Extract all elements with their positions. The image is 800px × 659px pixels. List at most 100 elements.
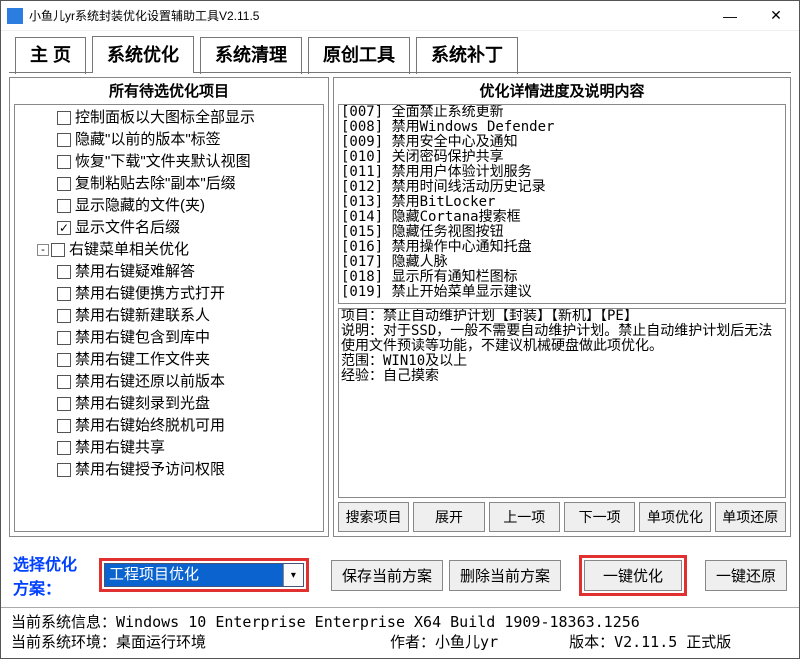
tree-checkbox[interactable]: [57, 353, 71, 367]
tree-checkbox[interactable]: [57, 265, 71, 279]
tree-expander-icon[interactable]: -: [37, 244, 49, 256]
single-restore-button[interactable]: 单项还原: [715, 502, 786, 532]
scheme-combo-highlight: 工程项目优化 ▾: [99, 558, 309, 592]
detail-line: [019] 禁止开始菜单显示建议: [341, 285, 783, 300]
detail-button-row: 搜索项目 展开 上一项 下一项 单项优化 单项还原: [334, 502, 790, 536]
description-line: 说明：对于SSD，一般不需要自动维护计划。禁止自动维护计划后无法使用文件预读等功…: [341, 324, 783, 354]
tree-checkbox[interactable]: [57, 177, 71, 191]
tree-item-label: 禁用右键共享: [75, 437, 165, 459]
tree-row[interactable]: 禁用右键共享: [17, 437, 323, 459]
status-system-info: 当前系统信息：Windows 10 Enterprise Enterprise …: [11, 612, 640, 632]
tree-row[interactable]: 显示文件名后缀: [17, 217, 323, 239]
tree-row[interactable]: 恢复"下载"文件夹默认视图: [17, 151, 323, 173]
tree-checkbox[interactable]: [57, 331, 71, 345]
next-item-button[interactable]: 下一项: [564, 502, 635, 532]
tree-checkbox[interactable]: [57, 375, 71, 389]
detail-list[interactable]: [007] 全面禁止系统更新[008] 禁用Windows Defender[0…: [338, 104, 786, 304]
detail-line: [016] 禁用操作中心通知托盘: [341, 240, 783, 255]
expand-button[interactable]: 展开: [413, 502, 484, 532]
left-panel: 所有待选优化项目 控制面板以大图标全部显示隐藏"以前的版本"标签恢复"下载"文件…: [9, 77, 329, 537]
detail-description[interactable]: 项目：禁止自动维护计划【封装】【新机】【PE】说明：对于SSD，一般不需要自动维…: [338, 308, 786, 498]
window-title: 小鱼儿yr系统封装优化设置辅助工具V2.11.5: [29, 7, 707, 24]
detail-line: [007] 全面禁止系统更新: [341, 105, 783, 120]
tree-item-label: 右键菜单相关优化: [69, 239, 189, 261]
tree-checkbox[interactable]: [57, 155, 71, 169]
tree-item-label: 禁用右键包含到库中: [75, 327, 210, 349]
tree-checkbox[interactable]: [57, 419, 71, 433]
tree-checkbox[interactable]: [57, 441, 71, 455]
tree-item-label: 禁用右键还原以前版本: [75, 371, 225, 393]
tree-row[interactable]: 禁用右键授予访问权限: [17, 459, 323, 481]
tree-row[interactable]: - 右键菜单相关优化: [17, 239, 323, 261]
tree-row[interactable]: 禁用右键包含到库中: [17, 327, 323, 349]
tree-item-label: 禁用右键始终脱机可用: [75, 415, 225, 437]
tree-checkbox[interactable]: [57, 221, 71, 235]
tree-checkbox[interactable]: [57, 199, 71, 213]
detail-line: [018] 显示所有通知栏图标: [341, 270, 783, 285]
tree-checkbox[interactable]: [57, 463, 71, 477]
optimization-tree[interactable]: 控制面板以大图标全部显示隐藏"以前的版本"标签恢复"下载"文件夹默认视图复制粘贴…: [14, 104, 324, 532]
tree-row[interactable]: 禁用右键还原以前版本: [17, 371, 323, 393]
scheme-combobox-value: 工程项目优化: [105, 564, 283, 586]
tree-item-label: 显示文件名后缀: [75, 217, 180, 239]
tree-checkbox[interactable]: [57, 287, 71, 301]
left-panel-header: 所有待选优化项目: [10, 78, 328, 104]
tree-checkbox[interactable]: [57, 111, 71, 125]
one-key-restore-button[interactable]: 一键还原: [705, 560, 787, 591]
scheme-row: 选择优化方案： 工程项目优化 ▾ 保存当前方案 删除当前方案 一键优化 一键还原: [1, 543, 799, 607]
close-button[interactable]: ✕: [753, 1, 799, 31]
tree-checkbox[interactable]: [51, 243, 65, 257]
single-optimize-button[interactable]: 单项优化: [639, 502, 710, 532]
tree-checkbox[interactable]: [57, 133, 71, 147]
tab-system-patch[interactable]: 系统补丁: [416, 37, 518, 74]
tab-system-optimize[interactable]: 系统优化: [92, 36, 194, 73]
scheme-combobox[interactable]: 工程项目优化 ▾: [104, 563, 304, 587]
tree-row[interactable]: 禁用右键刻录到光盘: [17, 393, 323, 415]
detail-line: [011] 禁用用户体验计划服务: [341, 165, 783, 180]
tree-item-label: 禁用右键便携方式打开: [75, 283, 225, 305]
tree-item-label: 禁用右键授予访问权限: [75, 459, 225, 481]
tree-item-label: 恢复"下载"文件夹默认视图: [75, 151, 251, 173]
tree-row[interactable]: 控制面板以大图标全部显示: [17, 107, 323, 129]
tree-row[interactable]: 显示隐藏的文件(夹): [17, 195, 323, 217]
tree-row[interactable]: 复制粘贴去除"副本"后缀: [17, 173, 323, 195]
tree-row[interactable]: 禁用右键新建联系人: [17, 305, 323, 327]
detail-line: [014] 隐藏Cortana搜索框: [341, 210, 783, 225]
scheme-label: 选择优化方案：: [13, 551, 93, 599]
tree-item-label: 禁用右键新建联系人: [75, 305, 210, 327]
tree-item-label: 禁用右键工作文件夹: [75, 349, 210, 371]
tree-row[interactable]: 隐藏"以前的版本"标签: [17, 129, 323, 151]
description-line: 经验：自己摸索: [341, 369, 783, 384]
tab-system-clean[interactable]: 系统清理: [200, 37, 302, 74]
status-environment: 当前系统环境：桌面运行环境: [11, 632, 381, 652]
tab-home[interactable]: 主 页: [15, 37, 86, 74]
status-bar: 当前系统信息：Windows 10 Enterprise Enterprise …: [1, 607, 799, 656]
tree-item-label: 禁用右键刻录到光盘: [75, 393, 210, 415]
tree-item-label: 隐藏"以前的版本"标签: [75, 129, 221, 151]
app-icon: [7, 8, 23, 24]
search-item-button[interactable]: 搜索项目: [338, 502, 409, 532]
tree-item-label: 复制粘贴去除"副本"后缀: [75, 173, 236, 195]
tree-item-label: 控制面板以大图标全部显示: [75, 107, 255, 129]
minimize-button[interactable]: —: [707, 1, 753, 31]
tree-row[interactable]: 禁用右键便携方式打开: [17, 283, 323, 305]
tree-item-label: 禁用右键疑难解答: [75, 261, 195, 283]
one-key-optimize-highlight: 一键优化: [579, 555, 687, 596]
save-scheme-button[interactable]: 保存当前方案: [331, 560, 443, 591]
tree-row[interactable]: 禁用右键工作文件夹: [17, 349, 323, 371]
detail-line: [017] 隐藏人脉: [341, 255, 783, 270]
status-version: 版本：V2.11.5 正式版: [569, 632, 731, 652]
one-key-optimize-button[interactable]: 一键优化: [584, 560, 682, 591]
right-panel: 优化详情进度及说明内容 [007] 全面禁止系统更新[008] 禁用Window…: [333, 77, 791, 537]
tree-checkbox[interactable]: [57, 397, 71, 411]
delete-scheme-button[interactable]: 删除当前方案: [449, 560, 561, 591]
prev-item-button[interactable]: 上一项: [489, 502, 560, 532]
tab-original-tools[interactable]: 原创工具: [308, 37, 410, 74]
window-titlebar: 小鱼儿yr系统封装优化设置辅助工具V2.11.5 — ✕: [1, 1, 799, 31]
tree-checkbox[interactable]: [57, 309, 71, 323]
tree-item-label: 显示隐藏的文件(夹): [75, 195, 205, 217]
tree-row[interactable]: 禁用右键始终脱机可用: [17, 415, 323, 437]
status-author: 作者：小鱼儿yr: [390, 632, 560, 652]
chevron-down-icon[interactable]: ▾: [283, 564, 303, 586]
tree-row[interactable]: 禁用右键疑难解答: [17, 261, 323, 283]
